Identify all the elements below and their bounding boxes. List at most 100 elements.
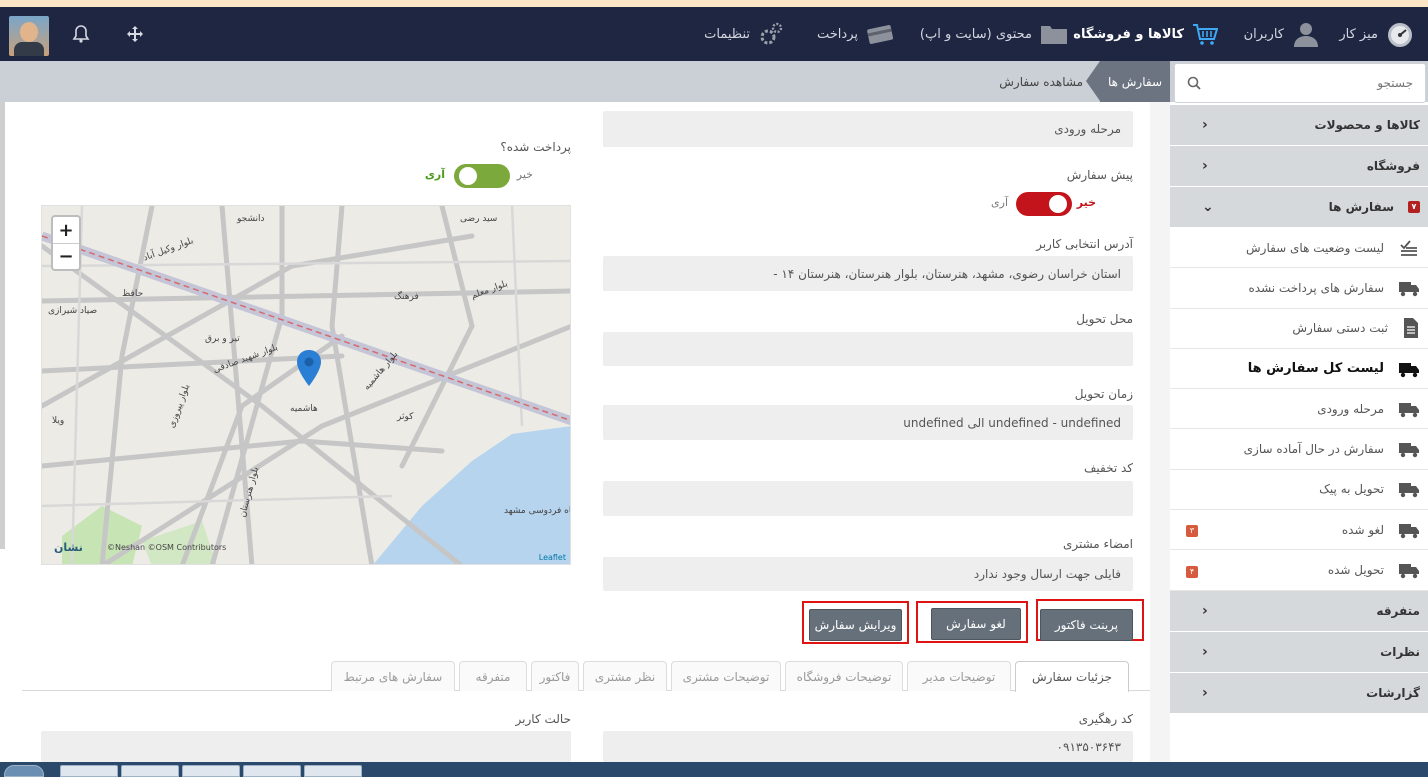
print-invoice-label: پرینت فاکتور — [1054, 618, 1119, 632]
chevron-down-icon: ⌄ — [1202, 199, 1214, 215]
leaflet-link[interactable]: Leaflet — [539, 553, 566, 562]
cancel-order-button[interactable]: لغو سفارش — [931, 608, 1021, 640]
user-state-label: حالت کاربر — [515, 712, 571, 726]
preorder-label: پیش سفارش — [1066, 168, 1133, 182]
delivery-place-field — [603, 332, 1133, 366]
nav-settings[interactable]: تنظیمات — [704, 7, 784, 61]
preorder-yes-text: آری — [991, 196, 1008, 209]
nav-users-label: کاربران — [1243, 26, 1284, 42]
map-pin-icon[interactable] — [297, 350, 321, 386]
nav-dashboard[interactable]: میز کار — [1339, 7, 1414, 61]
top-strip — [0, 0, 1428, 7]
cancel-order-label: لغو سفارش — [946, 617, 1006, 631]
subitem-content: لیست وضعیت های سفارش — [1246, 237, 1420, 259]
sidebar-item-misc[interactable]: › متفرقه — [1170, 590, 1428, 632]
top-navbar: تنظیمات پرداخت محتوی (سایت و اپ) کالاها … — [0, 7, 1428, 61]
sidebar-subitem[interactable]: سفارش در حال آماده سازی — [1170, 429, 1428, 470]
delivery-time-value: undefined - undefined الی undefined — [903, 415, 1121, 430]
left-edge-scroll — [0, 102, 5, 549]
content-scroll-gutter — [1150, 102, 1170, 762]
nav-products-store[interactable]: کالاها و فروشگاه — [1073, 7, 1218, 61]
move-icon[interactable] — [126, 25, 144, 43]
sidebar-item-orders[interactable]: ⌄ سفارش ها ۷ — [1170, 187, 1428, 228]
sidebar-item-products[interactable]: › کالاها و محصولات — [1170, 105, 1428, 146]
address-value: استان خراسان رضوی، مشهد، هنرستان، بلوار … — [773, 266, 1121, 281]
tab-order-details[interactable]: جزئیات سفارش — [1015, 661, 1129, 692]
edit-order-button[interactable]: ویرایش سفارش — [809, 609, 902, 641]
subitem-content: سفارش در حال آماده سازی — [1244, 440, 1420, 458]
sidebar-subitem[interactable]: تحویل به پیک — [1170, 470, 1428, 511]
chevron-right-icon: › — [1202, 158, 1208, 174]
location-map[interactable]: + − بلوار وکیل آباد دانشجو سید رضی حافظ فرهن… — [41, 205, 571, 565]
nav-content[interactable]: محتوی (سایت و اپ) — [920, 7, 1068, 61]
order-tab[interactable]: فاکتور — [531, 661, 579, 691]
map-attribution: ©Neshan ©OSM Contributors — [107, 543, 227, 552]
nav-payment-label: پرداخت — [817, 26, 858, 42]
taskbar-app-maps[interactable] — [243, 765, 301, 777]
sidebar-subitem[interactable]: ۴ تحویل شده — [1170, 550, 1428, 591]
document-icon — [1402, 317, 1420, 339]
list-status-icon — [1398, 237, 1420, 259]
search-input[interactable] — [1213, 76, 1413, 90]
map-street-label: ویلا — [52, 416, 65, 426]
gear-icon — [758, 21, 784, 47]
sidebar-subitem[interactable]: سفارش های پرداخت نشده — [1170, 268, 1428, 309]
user-icon — [1292, 21, 1320, 47]
sidebar-item-label: فروشگاه — [1366, 159, 1420, 173]
taskbar-app-explorer[interactable] — [182, 765, 240, 777]
avatar[interactable] — [9, 16, 49, 56]
order-tab[interactable]: نظر مشتری — [583, 661, 667, 691]
nav-content-label: محتوی (سایت و اپ) — [919, 26, 1032, 42]
search-box[interactable] — [1174, 63, 1426, 103]
taskbar-app-word[interactable] — [304, 765, 362, 777]
delivery-time-label: زمان تحویل — [1074, 387, 1133, 401]
preorder-toggle[interactable] — [1016, 192, 1072, 216]
sidebar-subitem-label: سفارش در حال آماده سازی — [1243, 442, 1384, 457]
truck-icon — [1398, 279, 1420, 297]
sidebar-subitem[interactable]: مرحله ورودی — [1170, 389, 1428, 430]
paid-toggle[interactable] — [454, 164, 510, 188]
print-invoice-button[interactable]: پرینت فاکتور — [1040, 609, 1133, 641]
map-street-label: دانشجو — [237, 214, 265, 224]
taskbar-app-chrome[interactable] — [60, 765, 118, 777]
truck-icon — [1398, 360, 1420, 378]
nav-dashboard-label: میز کار — [1339, 26, 1378, 42]
sidebar-subitem-label: لیست کل سفارش ها — [1247, 361, 1384, 377]
sidebar-item-comments[interactable]: › نظرات — [1170, 631, 1428, 673]
sidebar-item-label: نظرات — [1380, 644, 1420, 659]
edit-order-label: ویرایش سفارش — [814, 618, 897, 632]
chevron-right-icon: › — [1202, 602, 1208, 619]
card-icon — [866, 22, 894, 46]
map-logo: نشان — [54, 541, 83, 554]
bell-icon[interactable] — [72, 24, 90, 44]
orders-count-badge: ۷ — [1408, 201, 1420, 213]
sidebar-subitem-label: ثبت دستی سفارش — [1292, 321, 1388, 336]
search-icon[interactable] — [1187, 76, 1201, 90]
sidebar-item-store[interactable]: › فروشگاه — [1170, 146, 1428, 187]
sidebar-item-reports[interactable]: › گزارشات — [1170, 672, 1428, 714]
nav-users[interactable]: کاربران — [1244, 7, 1320, 61]
sidebar-subitem-label: لیست وضعیت های سفارش — [1246, 240, 1384, 255]
map-street-label: فرهنگ — [394, 292, 419, 302]
order-tab[interactable]: توضیحات مشتری — [671, 661, 781, 691]
tracking-code-value: ۰۹۱۳۵۰۳۶۴۳ — [1056, 739, 1121, 754]
order-tab[interactable]: متفرقه — [459, 661, 527, 691]
delivery-place-label: محل تحویل — [1076, 312, 1133, 326]
discount-code-field — [603, 481, 1133, 516]
discount-code-label: کد تخفیف — [1083, 461, 1133, 475]
customer-signature-field: فایلی جهت ارسال وجود ندارد — [603, 557, 1133, 591]
user-state-field — [41, 731, 571, 762]
order-tab[interactable]: توضیحات فروشگاه — [785, 661, 903, 691]
breadcrumb-orders[interactable]: سفارش ها — [1086, 61, 1170, 102]
sidebar-subitem[interactable]: ثبت دستی سفارش — [1170, 309, 1428, 349]
nav-payment[interactable]: پرداخت — [817, 7, 894, 61]
zoom-in-button[interactable]: + — [53, 217, 79, 243]
taskbar-app-files[interactable] — [121, 765, 179, 777]
zoom-out-button[interactable]: − — [53, 243, 79, 269]
order-tab[interactable]: سفارش های مرتبط — [331, 661, 455, 691]
order-tab[interactable]: توضیحات مدیر — [907, 661, 1011, 691]
taskbar-start-button[interactable] — [4, 765, 44, 777]
sidebar-subitem[interactable]: ۳ لغو شده — [1170, 510, 1428, 551]
sidebar-subitem[interactable]: لیست کل سفارش ها — [1170, 349, 1428, 390]
sidebar-subitem[interactable]: لیست وضعیت های سفارش — [1170, 228, 1428, 269]
